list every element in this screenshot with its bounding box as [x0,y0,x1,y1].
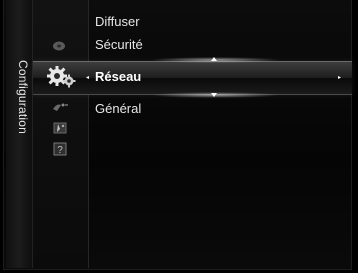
satellite-dish-icon[interactable] [50,100,70,114]
menu-item-diffuser[interactable]: Diffuser [95,14,140,29]
right-arrow-icon: ▸ [338,75,342,81]
up-notch-icon [211,57,217,61]
menu-item-general[interactable]: Général [95,101,141,116]
left-arrow-icon: ◂ [86,75,90,81]
down-notch-icon [211,93,217,97]
help-question-icon[interactable]: ? [50,140,70,158]
photo-icon[interactable] [50,120,70,136]
menu-side-title: Configuration [16,60,30,134]
svg-text:?: ? [57,145,63,156]
gear-settings-icon[interactable] [44,62,78,92]
selection-highlight [33,61,352,95]
screen: Configuration ◂ ? Diffuser Sécurité Rése… [0,0,358,273]
disc-icon[interactable] [49,38,69,54]
menu-item-securite[interactable]: Sécurité [95,37,143,52]
menu-item-reseau[interactable]: Réseau [95,69,141,84]
